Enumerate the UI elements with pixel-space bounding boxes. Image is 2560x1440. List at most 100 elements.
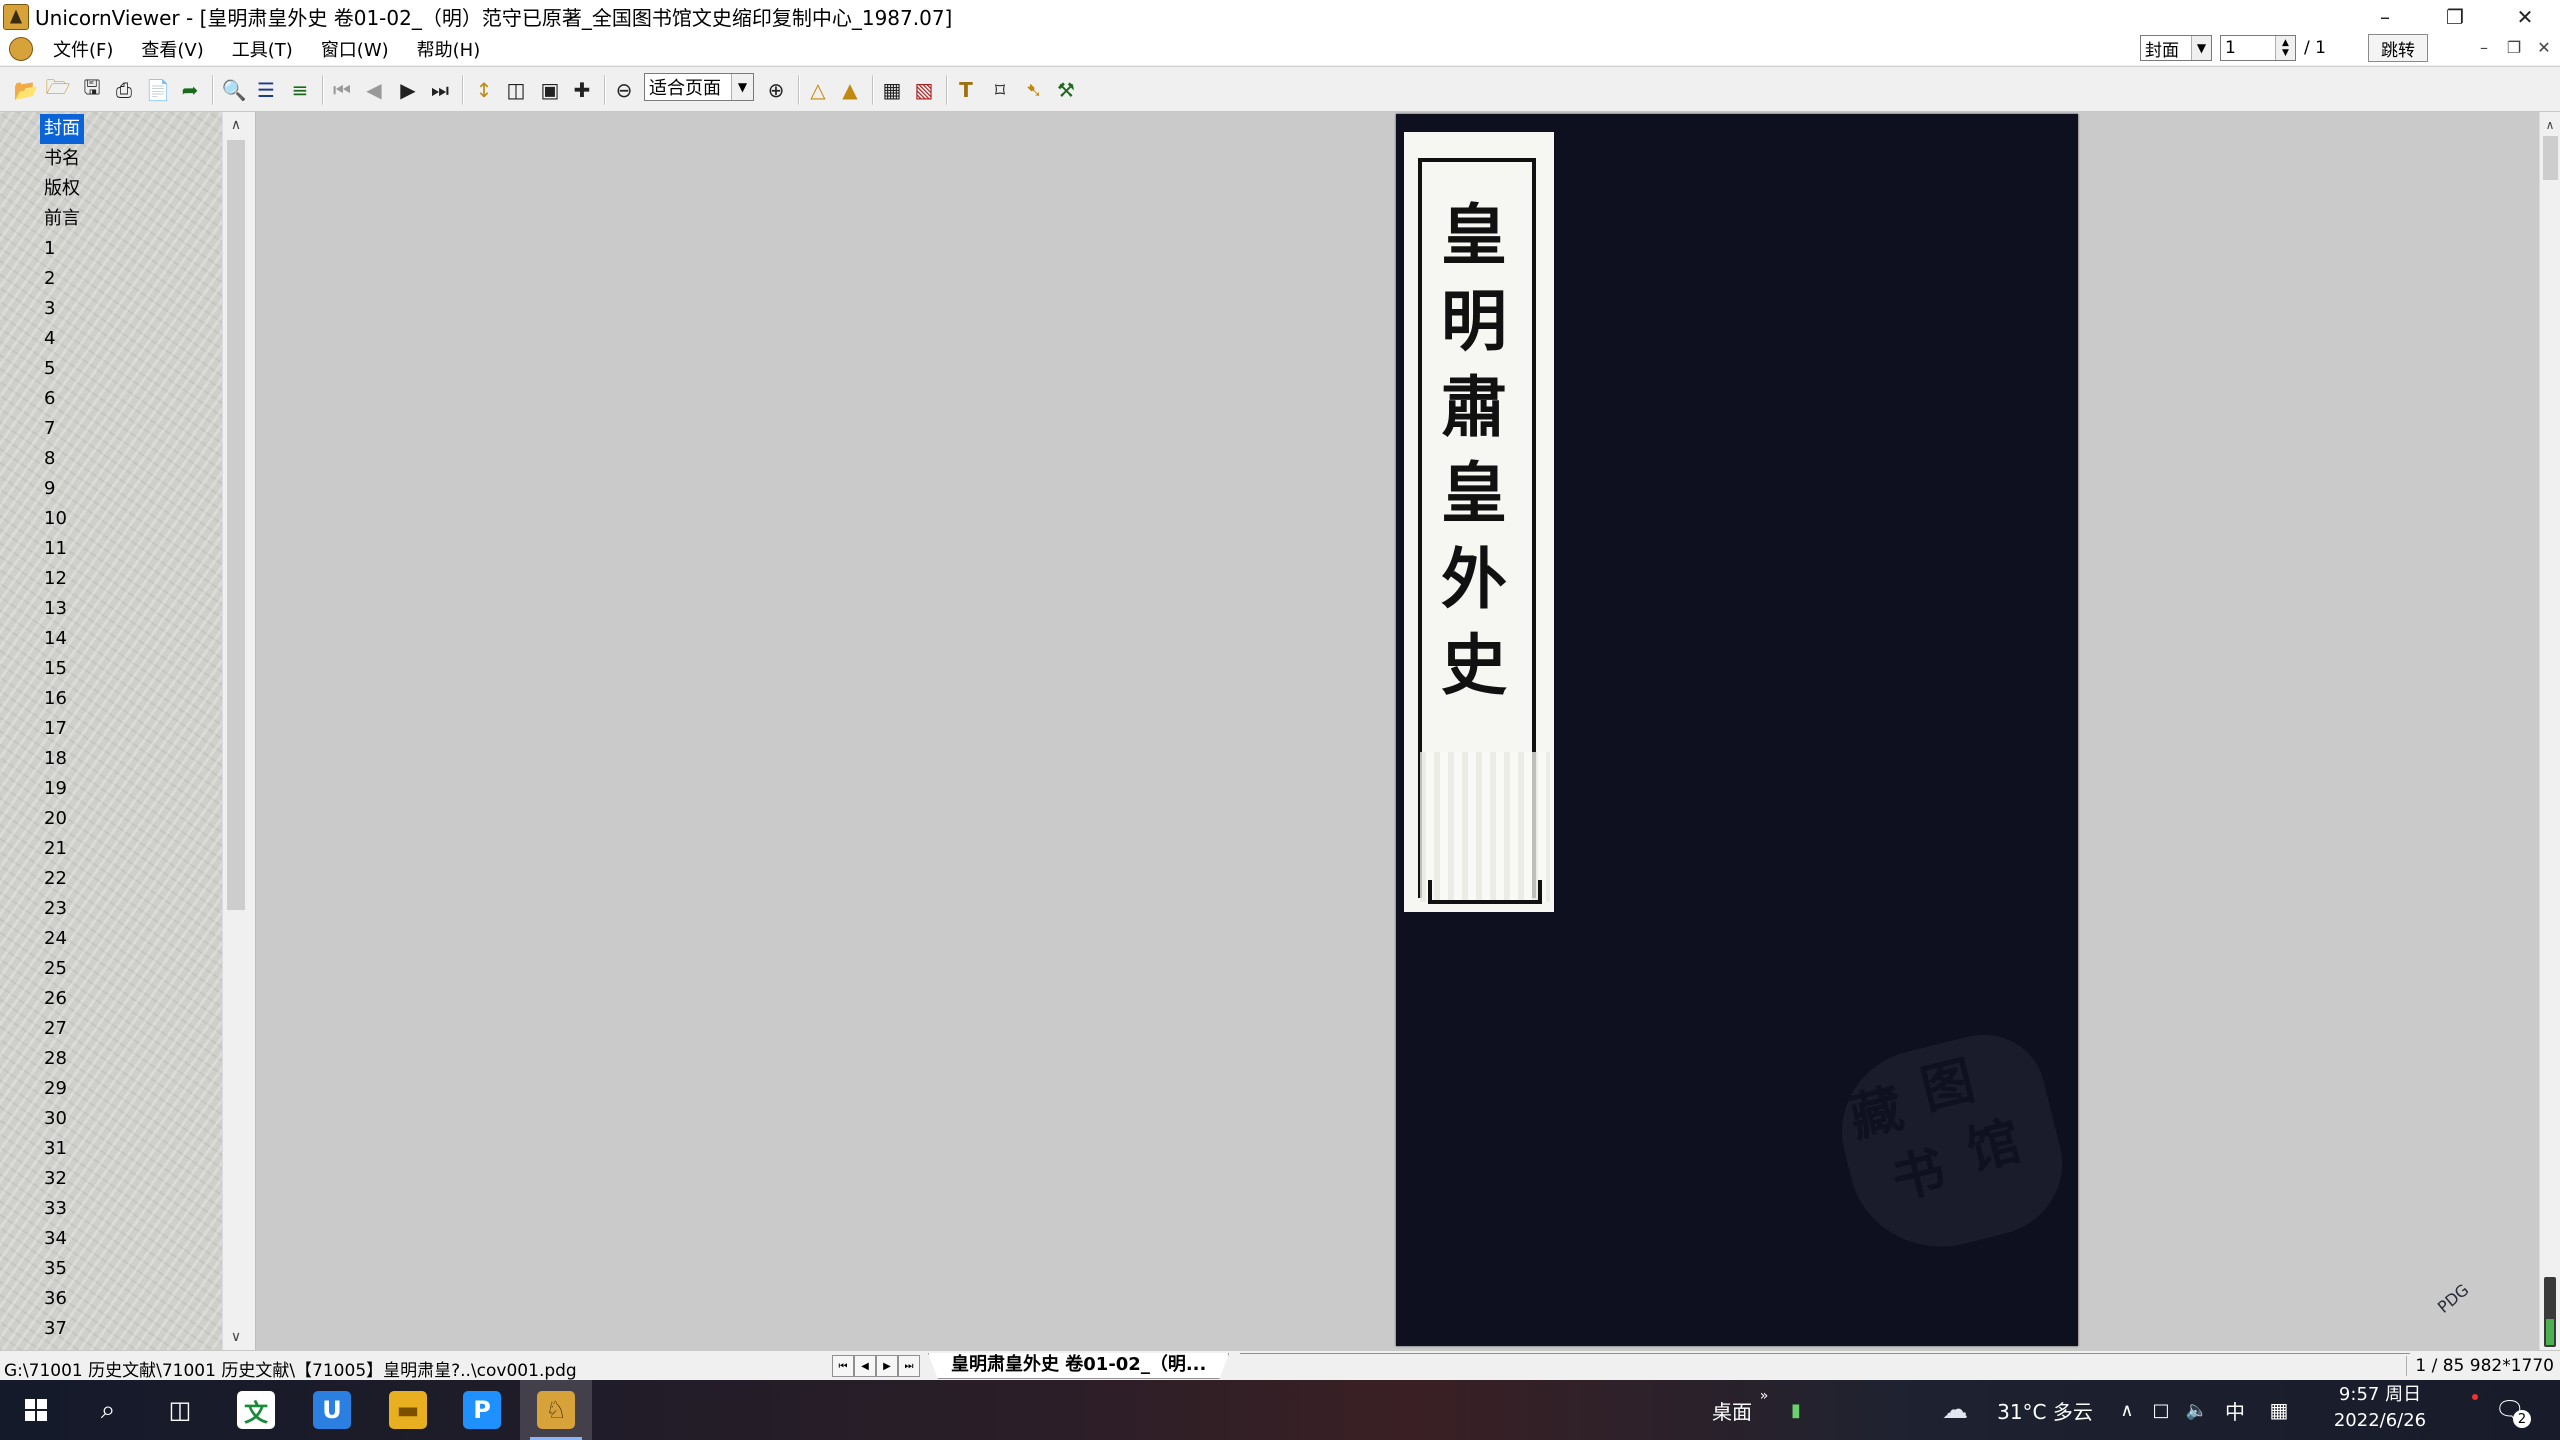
page-list-item[interactable]: 13 [40,594,84,624]
panel-splitter[interactable] [248,112,256,1350]
app-icon[interactable] [3,3,29,30]
page-list-item[interactable]: 21 [40,834,84,864]
page-list-item[interactable]: 6 [40,384,84,414]
jump-button[interactable]: 跳转 [2367,34,2428,62]
export-icon[interactable]: 📄 [144,76,172,104]
zoom-out-icon[interactable]: ⊖ [610,76,638,104]
scrollbar-thumb[interactable] [2543,136,2558,180]
document-viewer[interactable]: 皇明肅皇外史 藏 图 书 馆 PDG [256,112,2539,1350]
two-page-icon[interactable]: ◫ [502,76,530,104]
taskbar-app-explorer[interactable]: ▬ [372,1380,444,1440]
mdi-minimize-button[interactable]: – [2470,38,2498,57]
page-list-item[interactable]: 27 [40,1014,84,1044]
clock[interactable]: 9:57 周日 2022/6/26 [2320,1382,2440,1434]
chevron-down-icon[interactable]: ▼ [731,74,753,100]
page-list-item[interactable]: 3 [40,294,84,324]
page-list-item[interactable]: 书名 [40,144,84,174]
page-list-item[interactable]: 35 [40,1254,84,1284]
page-list-item[interactable]: 29 [40,1074,84,1104]
crop-icon[interactable]: ⌑ [986,76,1014,104]
chevron-right-icon[interactable]: » [1756,1366,1772,1426]
page-list-item[interactable]: 4 [40,324,84,354]
prev-page-icon[interactable]: ◀ [360,76,388,104]
notification-icon[interactable]: 🗨 2 [2480,1380,2540,1440]
page-number-input[interactable]: 1 ▲ ▼ [2220,35,2296,61]
next-tab-icon[interactable]: ▶ [876,1355,898,1377]
open-icon[interactable]: 📂 [12,76,40,104]
page-list-item[interactable]: 8 [40,444,84,474]
page-list-item[interactable]: 24 [40,924,84,954]
next-page-icon[interactable]: ▶ [394,76,422,104]
page-list-item[interactable]: 31 [40,1134,84,1164]
chevron-up-icon[interactable]: ∧ [2114,1380,2140,1440]
start-button[interactable] [0,1380,72,1440]
menu-file[interactable]: 文件(F) [43,36,123,62]
image-adjust-icon[interactable]: ▧ [910,76,938,104]
page-list-item[interactable]: 23 [40,894,84,924]
mdi-close-button[interactable]: ✕ [2530,38,2558,57]
page-list-item[interactable]: 1 [40,234,84,264]
page-list-item[interactable]: 版权 [40,174,84,204]
section-select[interactable]: 封面 ▼ [2140,35,2212,61]
volume-icon[interactable]: 🔈 [2184,1380,2210,1440]
page-list-item[interactable]: 16 [40,684,84,714]
bookmark-icon[interactable]: ≡ [286,76,314,104]
taskbar-app-unicornviewer[interactable]: ♘ [520,1380,592,1440]
last-page-icon[interactable]: ⏭ [426,76,454,104]
open-folder-icon[interactable]: 🗁 [44,75,72,104]
ime-indicator[interactable]: 中 [2220,1380,2250,1440]
page-list-item[interactable]: 22 [40,864,84,894]
page-list-item[interactable]: 30 [40,1104,84,1134]
page-list-item[interactable]: 17 [40,714,84,744]
mdi-restore-button[interactable]: ❐ [2500,38,2528,57]
task-view-icon[interactable]: ◫ [144,1380,216,1440]
page-list-item[interactable]: 14 [40,624,84,654]
page-list-item[interactable]: 11 [40,534,84,564]
print-icon[interactable]: ⎙ [110,76,138,104]
page-list-item[interactable]: 34 [40,1224,84,1254]
desktop-toolbar-label[interactable]: 桌面 [1700,1380,1764,1440]
menu-view[interactable]: 查看(V) [131,36,213,62]
chevron-down-icon[interactable]: ▼ [2191,36,2211,60]
page-list-item[interactable]: 封面 [40,114,84,144]
magic-select-icon[interactable]: ➷ [1020,76,1048,104]
weather-cloud-icon[interactable]: ☁ [1940,1380,1970,1440]
search-icon[interactable]: ⌕ [72,1380,144,1440]
weather-text[interactable]: 31°C 多云 [1990,1380,2100,1440]
pan-icon[interactable]: ✚ [568,76,596,104]
network-icon[interactable]: □ [2148,1380,2174,1440]
page-list-item[interactable]: 36 [40,1284,84,1314]
page-list-item[interactable]: 2 [40,264,84,294]
minimize-button[interactable]: – [2355,0,2415,33]
page-list-item[interactable]: 37 [40,1314,84,1344]
page-list-item[interactable]: 9 [40,474,84,504]
close-button[interactable]: ✕ [2495,0,2555,33]
scroll-up-icon[interactable]: ∧ [223,112,249,138]
keyboard-layout-icon[interactable]: ▦ [2264,1380,2294,1440]
settings-icon[interactable]: ⚒ [1052,76,1080,104]
scroll-down-icon[interactable]: ∨ [223,1324,249,1350]
save-icon[interactable]: 🖫 [78,75,106,104]
menu-help[interactable]: 帮助(H) [407,36,491,62]
taskbar-app-reader[interactable]: P [446,1380,518,1440]
fit-width-icon[interactable]: ↕ [470,76,498,104]
last-tab-icon[interactable]: ⏭ [898,1355,920,1377]
scroll-up-icon[interactable]: ∧ [2540,112,2560,138]
menu-window[interactable]: 窗口(W) [311,36,399,62]
first-page-icon[interactable]: ⏮ [328,76,356,104]
text-select-icon[interactable]: T [952,76,980,104]
first-tab-icon[interactable]: ⏮ [832,1355,854,1377]
rotate-right-icon[interactable]: ▲ [836,76,864,104]
page-list-scrollbar[interactable]: ∧ ∨ [222,112,248,1350]
page-list-item[interactable]: 26 [40,984,84,1014]
restore-button[interactable]: ❐ [2425,0,2485,33]
page-list-item[interactable]: 19 [40,774,84,804]
menu-tools[interactable]: 工具(T) [222,36,303,62]
viewer-scrollbar[interactable]: ∧ [2539,112,2560,1350]
battery-icon[interactable]: ▮ [1784,1380,1808,1440]
document-icon[interactable] [9,37,33,61]
single-page-icon[interactable]: ▣ [536,76,564,104]
page-list-item[interactable]: 10 [40,504,84,534]
document-tab[interactable]: 皇明肃皇外史 卷01-02_（明... [928,1353,1229,1379]
page-list-item[interactable]: 25 [40,954,84,984]
